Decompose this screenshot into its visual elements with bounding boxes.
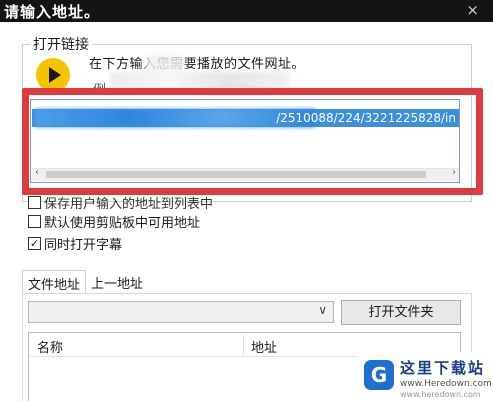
- address-tabs: 文件地址 上一地址: [22, 270, 148, 294]
- watermark: G 这里下载站 www.Heredown.com www.heredown.co…: [358, 352, 493, 401]
- site-logo-icon: G: [364, 360, 394, 390]
- tab-last-address[interactable]: 上一地址: [86, 270, 148, 294]
- use-clipboard-checkbox[interactable]: [28, 214, 41, 228]
- instruction-text: 在下方输入您需要播放的文件网址。: [89, 57, 306, 72]
- use-clipboard-label: 默认使用剪贴板中可用地址: [44, 215, 201, 231]
- play-icon: [36, 58, 70, 92]
- close-icon[interactable]: ×: [466, 1, 479, 19]
- title-bar: 请输入地址。 ×: [0, 0, 493, 22]
- window-title: 请输入地址。: [4, 3, 101, 21]
- highlight-frame: [22, 88, 483, 195]
- open-link-legend: 打开链接: [30, 34, 92, 54]
- save-history-label: 保存用户输入的地址到列表中: [44, 196, 214, 212]
- watermark-url-secondary: www.heredown.com: [400, 390, 481, 399]
- open-subtitle-option[interactable]: ✓ 同时打开字幕: [28, 234, 123, 253]
- open-subtitle-checkbox[interactable]: ✓: [28, 236, 41, 250]
- blurred-region: [145, 55, 185, 73]
- tab-file-address[interactable]: 文件地址: [22, 270, 87, 294]
- chevron-down-icon[interactable]: ∨: [318, 303, 327, 317]
- use-clipboard-option[interactable]: 默认使用剪贴板中可用地址: [28, 212, 201, 231]
- save-history-option[interactable]: 保存用户输入的地址到列表中: [28, 193, 214, 212]
- column-address[interactable]: 地址: [251, 337, 277, 356]
- save-history-checkbox[interactable]: [28, 195, 41, 209]
- column-name[interactable]: 名称: [37, 337, 63, 356]
- watermark-url: www.Heredown.com: [400, 379, 492, 389]
- column-divider[interactable]: [243, 335, 244, 355]
- watermark-name: 这里下载站: [400, 359, 486, 377]
- open-subtitle-label: 同时打开字幕: [44, 237, 123, 253]
- open-folder-button[interactable]: 打开文件夹: [341, 300, 461, 325]
- path-combo[interactable]: ∨: [28, 301, 334, 323]
